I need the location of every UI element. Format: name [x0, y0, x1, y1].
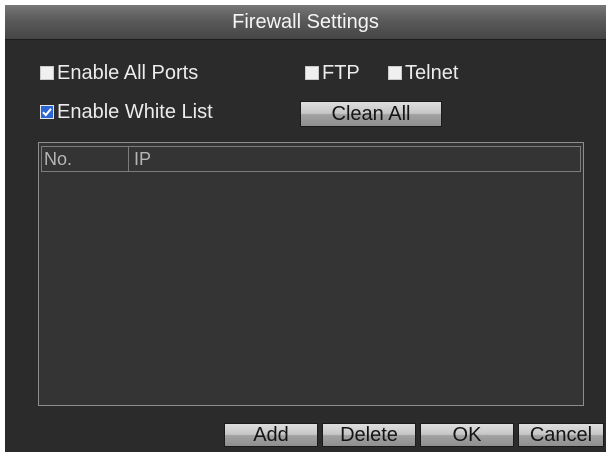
- ftp-option[interactable]: FTP: [305, 62, 360, 84]
- ok-button[interactable]: OK: [420, 423, 514, 447]
- enable-all-ports-label: Enable All Ports: [57, 62, 199, 84]
- telnet-checkbox[interactable]: [388, 66, 402, 80]
- white-list-table: No. IP: [38, 142, 584, 406]
- clean-all-button[interactable]: Clean All: [300, 101, 442, 127]
- delete-button[interactable]: Delete: [322, 423, 416, 447]
- dialog-title: Firewall Settings: [232, 11, 379, 33]
- ftp-checkbox[interactable]: [305, 66, 319, 80]
- enable-white-list-option[interactable]: Enable White List: [40, 101, 213, 123]
- add-button[interactable]: Add: [224, 423, 318, 447]
- ftp-label: FTP: [322, 62, 360, 84]
- enable-white-list-label: Enable White List: [57, 101, 213, 123]
- title-bar: Firewall Settings: [5, 5, 606, 40]
- enable-white-list-checkbox[interactable]: [40, 105, 54, 119]
- enable-all-ports-checkbox[interactable]: [40, 66, 54, 80]
- enable-all-ports-option[interactable]: Enable All Ports: [40, 62, 198, 84]
- column-header-no: No.: [42, 147, 129, 171]
- check-icon: [42, 108, 52, 117]
- white-list-body[interactable]: [41, 172, 581, 403]
- table-header: No. IP: [41, 146, 581, 172]
- firewall-settings-dialog: Firewall Settings Enable All Ports FTP T…: [5, 5, 606, 452]
- telnet-label: Telnet: [405, 62, 459, 84]
- column-header-ip: IP: [134, 149, 152, 169]
- telnet-option[interactable]: Telnet: [388, 62, 458, 84]
- cancel-button[interactable]: Cancel: [518, 423, 604, 447]
